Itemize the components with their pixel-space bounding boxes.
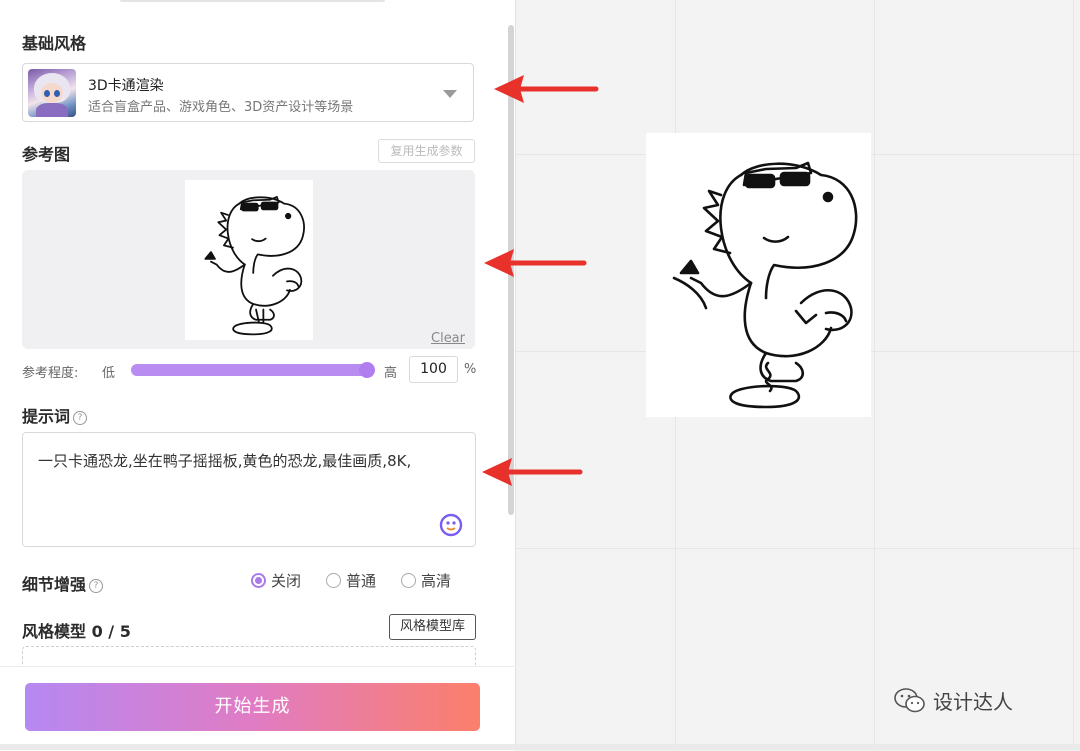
- style-model-title-text: 风格模型: [22, 622, 87, 641]
- reference-strength-label: 参考程度:: [22, 366, 79, 381]
- prompt-assistant-icon[interactable]: [439, 513, 463, 537]
- strength-input[interactable]: 100: [409, 356, 458, 383]
- bottom-strip: [0, 744, 1080, 750]
- reference-upload-area[interactable]: Clear: [22, 170, 475, 349]
- style-model-library-button[interactable]: 风格模型库: [389, 614, 476, 640]
- high-label: 高: [384, 366, 398, 381]
- style-model-title: 风格模型 0 / 5: [22, 618, 131, 642]
- wechat-icon: [894, 688, 925, 713]
- base-style-title: 基础风格: [22, 34, 87, 53]
- slider-fill: [131, 364, 371, 376]
- detail-enhance-title-text: 细节增强: [22, 575, 87, 594]
- reference-image: [185, 180, 313, 340]
- radio-option-normal[interactable]: 普通: [326, 570, 376, 591]
- low-label: 低: [102, 366, 116, 381]
- style-name: 3D卡通渲染: [88, 78, 164, 94]
- prompt-textarea[interactable]: 一只卡通恐龙,坐在鸭子摇摇板,黄色的恐龙,最佳画质,8K,: [22, 432, 476, 547]
- style-thumbnail: [28, 69, 76, 117]
- style-description: 适合盲盒产品、游戏角色、3D资产设计等场景: [88, 100, 354, 115]
- radio-unchecked-icon: [326, 573, 341, 588]
- dinosaur-sketch-thumb: [204, 196, 305, 336]
- radio-option-off[interactable]: 关闭: [251, 570, 301, 591]
- radio-unchecked-icon: [401, 573, 416, 588]
- slider-handle[interactable]: [359, 362, 375, 378]
- red-arrow-icon: [494, 75, 599, 103]
- reuse-params-button[interactable]: 复用生成参数: [378, 139, 475, 163]
- prompt-title-text: 提示词: [22, 407, 71, 426]
- prompt-title: 提示词?: [22, 403, 88, 427]
- radio-checked-icon: [251, 573, 266, 588]
- radio-label: 普通: [346, 572, 377, 590]
- dinosaur-sketch: [672, 161, 858, 409]
- help-icon[interactable]: ?: [73, 411, 88, 425]
- clear-reference-link[interactable]: Clear: [431, 331, 465, 346]
- reference-title: 参考图: [22, 145, 71, 164]
- watermark-text: 设计达人: [933, 690, 1013, 714]
- chevron-down-icon[interactable]: [443, 90, 457, 98]
- reference-strength-slider[interactable]: [131, 362, 375, 378]
- red-arrow-icon: [482, 458, 583, 486]
- help-icon[interactable]: ?: [89, 579, 104, 593]
- prompt-text[interactable]: 一只卡通恐龙,坐在鸭子摇摇板,黄色的恐龙,最佳画质,8K,: [38, 447, 458, 476]
- radio-option-hd[interactable]: 高清: [401, 570, 451, 591]
- top-stub: [120, 0, 385, 2]
- radio-label: 高清: [421, 572, 452, 590]
- percent-label: %: [464, 362, 477, 377]
- settings-panel: 基础风格 3D卡通渲染 适合盲盒产品、游戏角色、3D资产设计等场景 参考图 复用…: [0, 0, 516, 751]
- style-model-count: 0 / 5: [91, 622, 131, 641]
- radio-label: 关闭: [271, 572, 302, 590]
- base-style-select[interactable]: 3D卡通渲染 适合盲盒产品、游戏角色、3D资产设计等场景: [22, 63, 474, 122]
- detail-enhance-title: 细节增强?: [22, 571, 104, 595]
- generate-button[interactable]: 开始生成: [25, 683, 480, 731]
- watermark: 设计达人: [893, 686, 1013, 715]
- panel-footer: 开始生成: [0, 666, 514, 751]
- red-arrow-icon: [484, 249, 587, 277]
- canvas-reference-image[interactable]: [646, 133, 871, 417]
